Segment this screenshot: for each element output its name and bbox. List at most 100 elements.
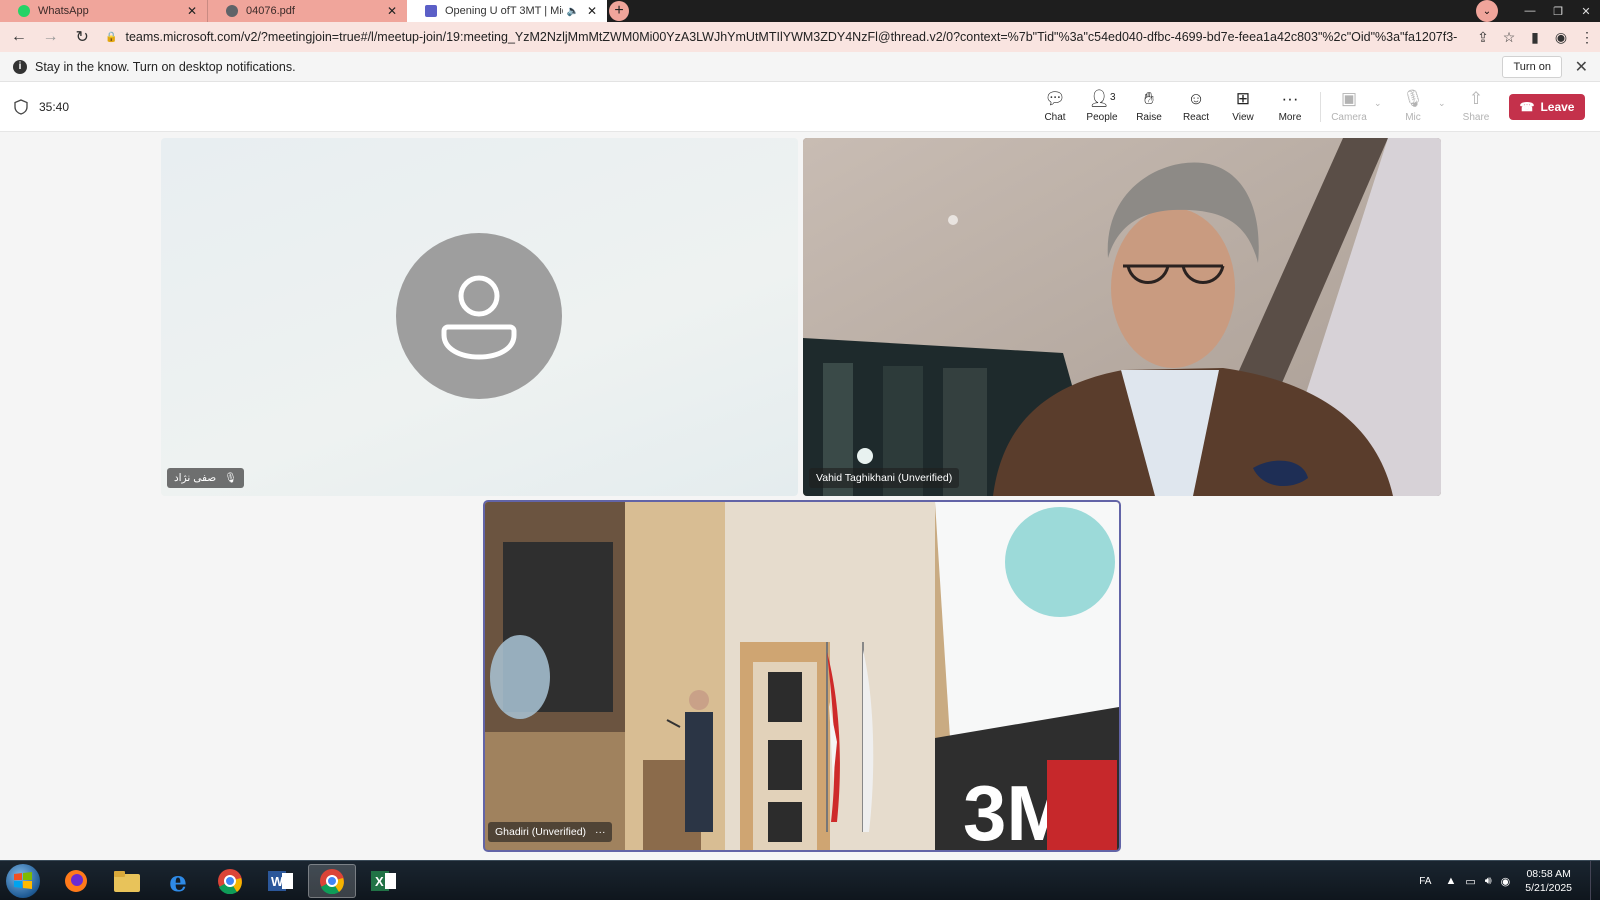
grid-view-icon: ⊞	[1235, 89, 1251, 108]
toolbar-divider	[1320, 92, 1321, 122]
phone-hangup-icon: ☎	[1519, 100, 1535, 114]
tab-title: 04076.pdf	[246, 5, 295, 17]
mic-label: Mic	[1405, 112, 1421, 123]
address-bar: ← → ↻ 🔒 teams.microsoft.com/v2/?meetingj…	[0, 22, 1600, 52]
internet-explorer-icon[interactable]: e	[154, 864, 202, 898]
react-button[interactable]: ☺ React	[1173, 88, 1219, 128]
view-label: View	[1232, 112, 1254, 123]
shield-icon	[14, 99, 28, 115]
clock-date: 5/21/2025	[1525, 882, 1572, 894]
profile-icon[interactable]: ◉	[1548, 29, 1574, 46]
more-label: More	[1278, 112, 1302, 123]
meeting-stage: صفی نژاد 🎙︎ Vahid Taghikhani (Unverified…	[0, 132, 1600, 860]
start-button[interactable]	[6, 864, 40, 898]
side-panel-icon[interactable]: ▮	[1522, 29, 1548, 46]
participant-video	[803, 138, 1441, 496]
view-button[interactable]: ⊞ View	[1220, 88, 1266, 128]
svg-text:X: X	[375, 874, 384, 889]
tab-whatsapp[interactable]: WhatsApp ✕	[0, 0, 207, 22]
participant-tile[interactable]: Vahid Taghikhani (Unverified)	[803, 138, 1441, 496]
more-icon: ···	[1281, 89, 1299, 108]
tray-chevron-icon[interactable]: ▲	[1445, 875, 1456, 887]
chat-button[interactable]: 💬︎ Chat	[1032, 88, 1078, 128]
globe-icon	[226, 5, 238, 17]
people-count: 3	[1110, 92, 1116, 103]
participant-tile[interactable]: صفی نژاد 🎙︎	[161, 138, 798, 496]
raise-hand-button[interactable]: ✋︎ Raise	[1126, 88, 1172, 128]
hand-icon: ✋︎	[1144, 89, 1154, 108]
tab-close-icon[interactable]: ✕	[385, 4, 399, 18]
notification-text: Stay in the know. Turn on desktop notifi…	[35, 59, 296, 74]
back-icon[interactable]: ←	[6, 24, 32, 50]
participant-video: 3M	[485, 502, 1119, 850]
mic-options-chevron-icon[interactable]: ⌄	[1438, 98, 1446, 109]
whatsapp-icon	[18, 5, 30, 17]
file-explorer-icon[interactable]	[103, 864, 151, 898]
forward-icon[interactable]: →	[38, 24, 64, 50]
network-icon[interactable]: ▭	[1465, 875, 1475, 888]
firefox-icon[interactable]	[52, 864, 100, 898]
more-button[interactable]: ··· More	[1267, 88, 1313, 128]
react-label: React	[1182, 112, 1210, 123]
chrome-active-icon[interactable]	[308, 864, 356, 898]
plus-icon: +	[609, 1, 629, 21]
url-field[interactable]: 🔒 teams.microsoft.com/v2/?meetingjoin=tr…	[105, 25, 1458, 49]
leave-label: Leave	[1540, 100, 1575, 114]
language-indicator[interactable]: FA	[1419, 876, 1431, 887]
tab-search-chevron-icon[interactable]: ⌄	[1476, 0, 1498, 22]
camera-options-chevron-icon[interactable]: ⌄	[1374, 98, 1382, 109]
participant-tile-active-speaker[interactable]: 3M Ghadiri (Unverified) ···	[483, 500, 1121, 852]
smiley-icon: ☺	[1187, 89, 1205, 108]
speaker-icon[interactable]: 🔈	[567, 6, 579, 17]
mic-button[interactable]: 🎙︎ Mic	[1390, 88, 1436, 128]
participant-name: صفی نژاد	[174, 472, 217, 484]
tab-teams-meeting[interactable]: Opening U ofT 3MT | Micros 🔈 ✕	[407, 0, 607, 22]
tab-close-icon[interactable]: ✕	[585, 4, 599, 18]
people-icon: 👤︎	[1088, 89, 1111, 108]
chrome-icon[interactable]	[206, 864, 254, 898]
meeting-timer: 35:40	[39, 100, 70, 114]
window-close-icon[interactable]: ✕	[1572, 0, 1600, 22]
camera-label: Camera	[1331, 112, 1367, 123]
participant-name: Vahid Taghikhani (Unverified)	[816, 472, 953, 484]
excel-icon[interactable]: X	[360, 864, 408, 898]
new-tab-button[interactable]: +	[607, 0, 631, 22]
word-icon[interactable]: W	[257, 864, 305, 898]
participant-name: Ghadiri (Unverified)	[495, 826, 587, 838]
browser-menu-icon[interactable]: ⋮	[1574, 29, 1600, 46]
tab-title: Opening U ofT 3MT | Micros	[445, 5, 563, 17]
tab-pdf[interactable]: 04076.pdf ✕	[207, 0, 407, 22]
default-avatar	[396, 233, 562, 399]
windows-logo-icon	[14, 872, 32, 889]
share-button[interactable]: ⇧ Share	[1453, 88, 1499, 128]
security-icon[interactable]: ◉	[1501, 875, 1511, 888]
clock[interactable]: 08:58 AM 5/21/2025	[1525, 867, 1572, 895]
lock-icon[interactable]: 🔒	[105, 32, 117, 43]
teams-icon	[425, 5, 437, 17]
chat-label: Chat	[1044, 112, 1066, 123]
share-label: Share	[1462, 112, 1490, 123]
meeting-toolbar: 35:40 💬︎ Chat 👤︎3 People ✋︎ Raise ☺ Reac…	[0, 82, 1600, 132]
volume-icon[interactable]: 🔊︎	[1485, 875, 1492, 888]
tab-title: WhatsApp	[38, 5, 89, 17]
info-icon: i	[13, 59, 27, 74]
camera-button[interactable]: ▣ Camera	[1326, 88, 1372, 128]
share-page-icon[interactable]: ⇪	[1470, 29, 1496, 46]
taskbar: e W X FA ▲ ▭ 🔊︎ ◉ 08:58 AM 5/21/2025	[0, 860, 1600, 900]
turn-on-notifications-button[interactable]: Turn on	[1502, 56, 1562, 78]
participant-name-tag: Vahid Taghikhani (Unverified)	[809, 468, 960, 488]
restore-icon[interactable]: ❐	[1544, 0, 1572, 22]
participant-more-icon[interactable]: ···	[595, 826, 606, 838]
close-icon[interactable]: ✕	[1575, 57, 1588, 77]
show-desktop-button[interactable]	[1590, 861, 1600, 900]
leave-button[interactable]: ☎ Leave	[1509, 94, 1585, 120]
mic-off-icon: 🎙︎	[1402, 89, 1424, 108]
system-tray: FA ▲ ▭ 🔊︎ ◉ 08:58 AM 5/21/2025	[1419, 861, 1600, 900]
minimize-icon[interactable]: —	[1516, 0, 1544, 22]
bookmark-star-icon[interactable]: ☆	[1496, 29, 1522, 46]
raise-label: Raise	[1136, 112, 1162, 123]
tab-close-icon[interactable]: ✕	[185, 4, 199, 18]
clock-time: 08:58 AM	[1526, 868, 1571, 880]
people-button[interactable]: 👤︎3 People	[1079, 88, 1125, 128]
reload-icon[interactable]: ↻	[69, 24, 95, 50]
